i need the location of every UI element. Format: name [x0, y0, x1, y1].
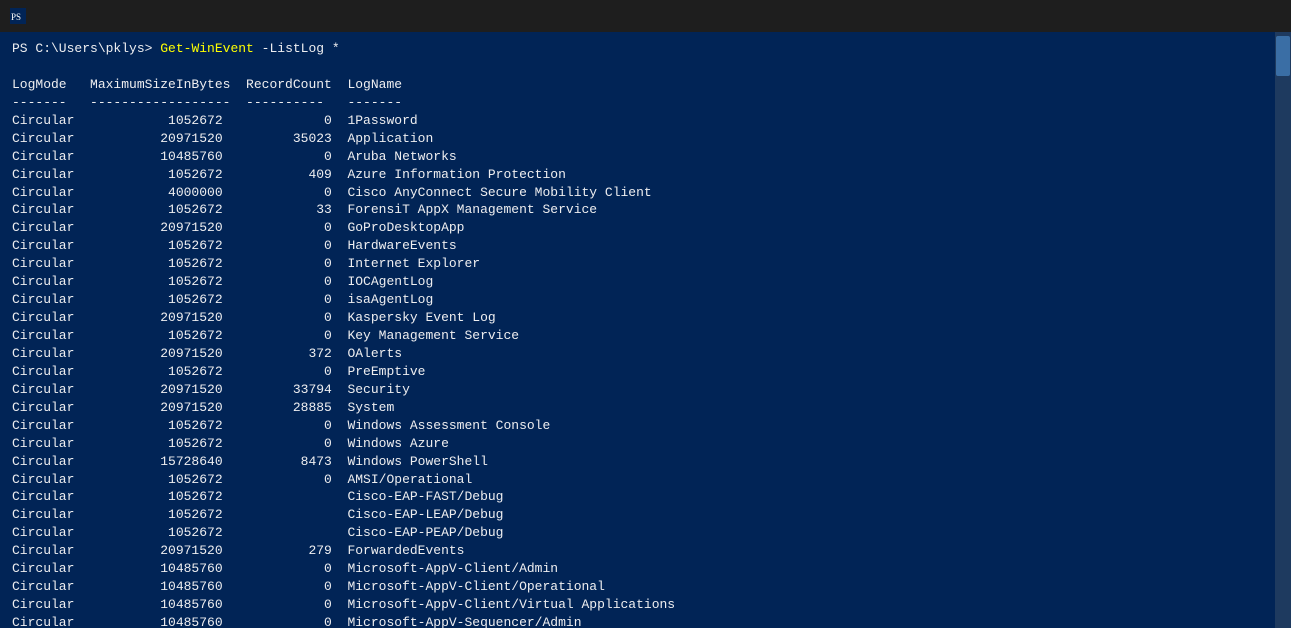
svg-text:PS: PS: [11, 12, 21, 22]
scrollbar[interactable]: [1275, 32, 1291, 628]
table-row: Circular 4000000 0 Cisco AnyConnect Secu…: [12, 185, 652, 200]
table-row: Circular 1052672 0 Internet Explorer: [12, 256, 480, 271]
maximize-button[interactable]: [1189, 0, 1235, 32]
prompt-text: PS C:\Users\pklys>: [12, 41, 160, 56]
prompt-line: PS C:\Users\pklys> Get-WinEvent -ListLog…: [12, 41, 340, 56]
table-row: Circular 10485760 0 Microsoft-AppV-Clien…: [12, 597, 675, 612]
table-row: Circular 1052672 0 IOCAgentLog: [12, 274, 433, 289]
table-row: Circular 10485760 0 Microsoft-AppV-Clien…: [12, 579, 605, 594]
table-row: Circular 1052672 33 ForensiT AppX Manage…: [12, 202, 597, 217]
col-separators: ------- ------------------ ---------- --…: [12, 95, 402, 110]
minimize-button[interactable]: [1143, 0, 1189, 32]
table-row: Circular 20971520 33794 Security: [12, 382, 410, 397]
window-controls: [1143, 0, 1281, 32]
powershell-window: PS PS C:\Users\pklys> Get-WinEvent -List…: [0, 0, 1291, 628]
table-row: Circular 1052672 Cisco-EAP-FAST/Debug: [12, 489, 503, 504]
table-row: Circular 1052672 0 Key Management Servic…: [12, 328, 519, 343]
table-row: Circular 20971520 0 Kaspersky Event Log: [12, 310, 496, 325]
table-row: Circular 1052672 Cisco-EAP-LEAP/Debug: [12, 507, 503, 522]
flag-text: -ListLog *: [254, 41, 340, 56]
table-row: Circular 20971520 28885 System: [12, 400, 394, 415]
table-row: Circular 10485760 0 Microsoft-AppV-Seque…: [12, 615, 582, 628]
table-row: Circular 1052672 0 Windows Azure: [12, 436, 449, 451]
close-button[interactable]: [1235, 0, 1281, 32]
table-row: Circular 15728640 8473 Windows PowerShel…: [12, 454, 488, 469]
table-row: Circular 1052672 0 1Password: [12, 113, 418, 128]
titlebar: PS: [0, 0, 1291, 32]
powershell-icon: PS: [10, 8, 26, 24]
table-row: Circular 1052672 Cisco-EAP-PEAP/Debug: [12, 525, 503, 540]
table-row: Circular 20971520 279 ForwardedEvents: [12, 543, 464, 558]
terminal-output[interactable]: PS C:\Users\pklys> Get-WinEvent -ListLog…: [0, 32, 1275, 628]
table-row: Circular 1052672 0 AMSI/Operational: [12, 472, 472, 487]
scrollbar-thumb[interactable]: [1276, 36, 1290, 76]
table-row: Circular 1052672 0 Windows Assessment Co…: [12, 418, 550, 433]
table-row: Circular 20971520 35023 Application: [12, 131, 433, 146]
table-row: Circular 20971520 372 OAlerts: [12, 346, 402, 361]
table-row: Circular 10485760 0 Microsoft-AppV-Clien…: [12, 561, 558, 576]
col-headers: LogMode MaximumSizeInBytes RecordCount L…: [12, 77, 402, 92]
table-row: Circular 1052672 0 isaAgentLog: [12, 292, 433, 307]
table-row: Circular 1052672 0 HardwareEvents: [12, 238, 457, 253]
table-row: Circular 1052672 0 PreEmptive: [12, 364, 425, 379]
content-area: PS C:\Users\pklys> Get-WinEvent -ListLog…: [0, 32, 1291, 628]
command-text: Get-WinEvent: [160, 41, 254, 56]
table-row: Circular 10485760 0 Aruba Networks: [12, 149, 457, 164]
table-row: Circular 1052672 409 Azure Information P…: [12, 167, 566, 182]
table-row: Circular 20971520 0 GoProDesktopApp: [12, 220, 464, 235]
